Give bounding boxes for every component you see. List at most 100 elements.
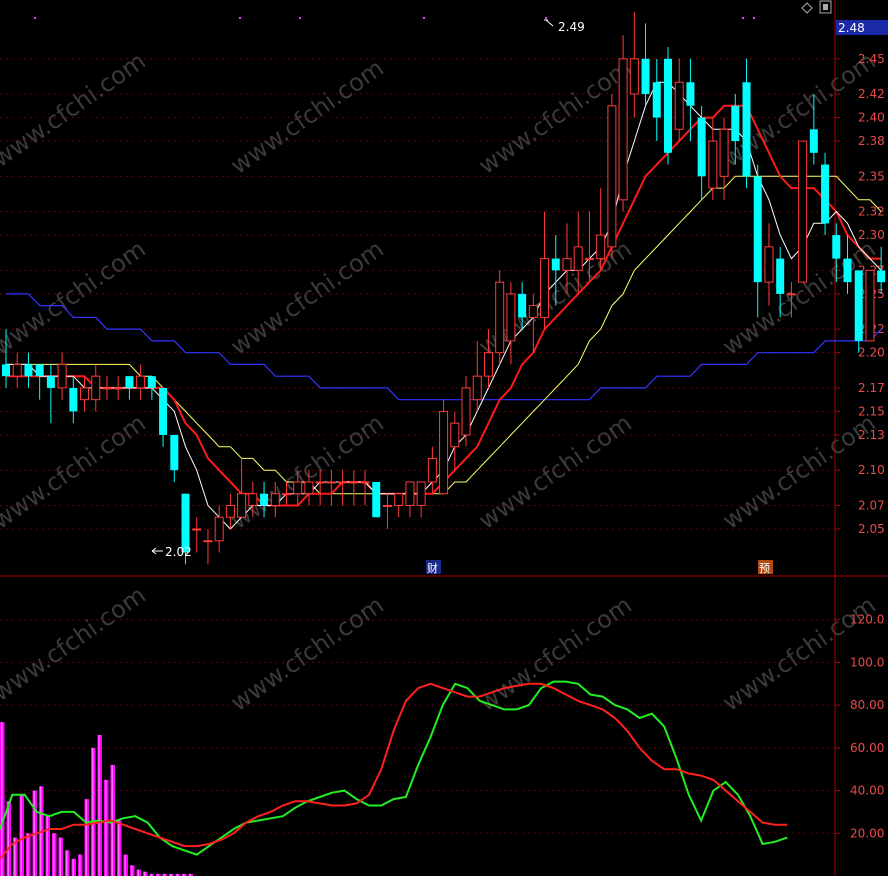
candle-body xyxy=(372,481,381,518)
candle-body xyxy=(731,105,740,142)
candle-body xyxy=(786,293,796,296)
osc-tick-label: 20.00 xyxy=(850,826,884,840)
osc-bar-highlight xyxy=(144,871,146,876)
candle-body xyxy=(708,140,718,189)
candle-body xyxy=(809,129,818,153)
candle-body xyxy=(753,176,762,283)
candle-body xyxy=(326,481,336,484)
candle-body xyxy=(360,481,370,484)
candle-body xyxy=(125,376,134,388)
price-tick-label: 2.30 xyxy=(858,228,885,242)
candle-body xyxy=(483,352,493,377)
candle-body xyxy=(136,375,146,389)
candle-body xyxy=(170,434,179,471)
earnings-marker-label: 财 xyxy=(427,561,438,575)
price-tick-label: 2.35 xyxy=(858,169,885,183)
osc-tick-label: 80.00 xyxy=(850,698,884,712)
candle-body xyxy=(719,128,729,177)
candle-body xyxy=(663,58,672,153)
stock-chart: www.cfchi.com www.cfchi.com www.cfchi.com w… xyxy=(0,0,888,876)
price-tick-label: 2.10 xyxy=(858,463,885,477)
candle-body xyxy=(147,376,156,388)
candle-body xyxy=(764,246,774,283)
candle xyxy=(865,269,875,342)
candle xyxy=(495,270,505,365)
candle-body xyxy=(461,387,471,436)
candle-body xyxy=(248,493,258,506)
osc-bar-highlight xyxy=(124,854,126,876)
price-tick-label: 2.05 xyxy=(858,522,885,536)
candle-body xyxy=(518,293,527,318)
price-tick-label: 2.45 xyxy=(858,52,885,66)
candle-body xyxy=(450,422,460,448)
osc-bar-highlight xyxy=(7,801,9,876)
candle-body xyxy=(865,269,875,342)
candle-body xyxy=(584,258,594,261)
candle-body xyxy=(405,481,415,506)
candle-body xyxy=(91,375,101,401)
osc-bar-highlight xyxy=(137,869,139,876)
candle xyxy=(607,94,617,259)
candle-body xyxy=(854,270,863,341)
earnings-marker[interactable]: 财 xyxy=(426,560,441,575)
candle-body xyxy=(495,281,505,354)
candle-body xyxy=(2,364,10,377)
current-price-badge: 2.48 xyxy=(836,20,888,35)
candle xyxy=(854,270,863,353)
price-tick-label: 2.15 xyxy=(858,404,885,418)
candle-body xyxy=(618,58,628,201)
candle-body xyxy=(46,376,55,388)
osc-bar-highlight xyxy=(79,854,81,876)
candle xyxy=(439,399,449,495)
candle xyxy=(821,152,830,236)
forecast-marker[interactable]: 预 xyxy=(758,560,773,575)
candle-body xyxy=(686,82,695,106)
osc-tick-label: 100.0 xyxy=(850,655,884,669)
candle-body xyxy=(776,258,785,294)
candle-body xyxy=(349,481,359,484)
low-price-label: 2.02 xyxy=(165,545,192,559)
candle-body xyxy=(652,82,661,118)
price-tick-label: 2.20 xyxy=(858,346,885,360)
candle-body xyxy=(562,258,572,271)
osc-bar-highlight xyxy=(66,850,68,876)
candle-body xyxy=(674,81,684,130)
osc-bar-highlight xyxy=(98,735,100,876)
candle-body xyxy=(159,387,168,435)
osc-bar-highlight xyxy=(46,816,48,876)
osc-bar-highlight xyxy=(105,779,107,876)
candle-body xyxy=(528,305,538,318)
candle-body xyxy=(35,364,44,377)
candle-body xyxy=(832,235,841,259)
candle-body xyxy=(394,493,404,506)
candle xyxy=(798,140,808,283)
osc-bar-highlight xyxy=(85,799,87,876)
candle-body xyxy=(315,481,325,484)
osc-bar-highlight xyxy=(27,833,29,876)
candle-body xyxy=(416,481,426,506)
osc-bar-highlight xyxy=(92,747,94,876)
candle-body xyxy=(304,481,314,495)
candle-body xyxy=(439,410,449,495)
candle-body xyxy=(843,258,852,283)
candle-body xyxy=(472,375,482,401)
candle-body xyxy=(641,58,650,95)
candle-body xyxy=(338,481,348,484)
candle-body xyxy=(573,246,583,271)
osc-bar-highlight xyxy=(72,858,74,876)
price-tick-label: 2.42 xyxy=(858,87,885,101)
osc-tick-label: 60.00 xyxy=(850,741,884,755)
candle-body xyxy=(24,364,33,377)
candle-body xyxy=(551,258,560,271)
candle-body xyxy=(203,540,213,543)
candle-body xyxy=(540,258,550,318)
price-tick-label: 2.40 xyxy=(858,111,885,125)
price-tick-label: 2.17 xyxy=(858,381,885,395)
candle-body xyxy=(629,58,639,95)
osc-bar-highlight xyxy=(59,837,61,876)
price-tick-label: 2.38 xyxy=(858,134,885,148)
candle-body xyxy=(742,82,751,177)
candle-body xyxy=(697,117,706,177)
candle-body xyxy=(113,387,123,390)
candle-body xyxy=(293,481,303,495)
